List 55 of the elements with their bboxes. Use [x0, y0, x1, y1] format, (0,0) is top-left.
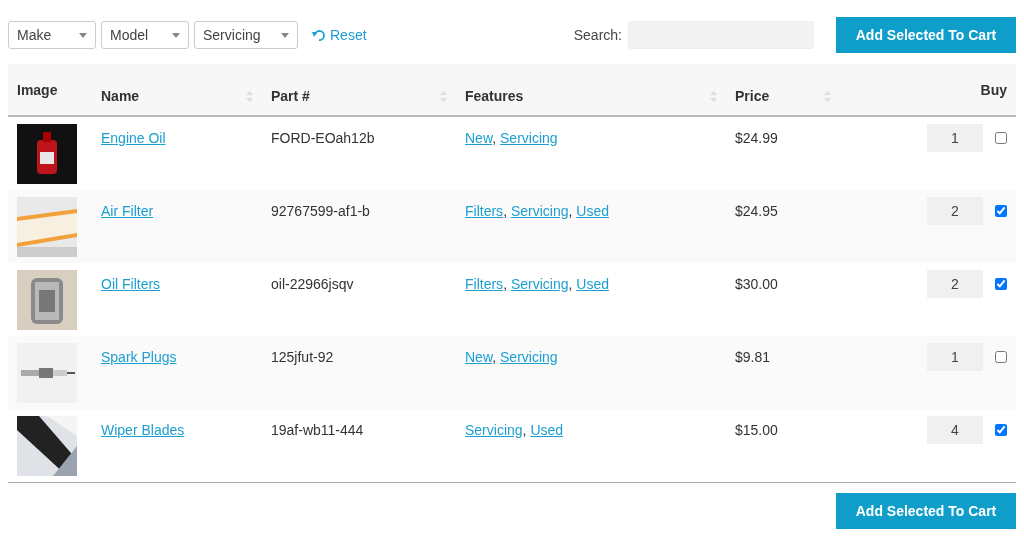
- quantity-field[interactable]: 1: [927, 124, 983, 152]
- filter-dropdown[interactable]: Make: [8, 21, 96, 49]
- price-text: $24.99: [735, 130, 778, 146]
- feature-list: New, Servicing: [465, 130, 558, 146]
- column-header[interactable]: Price: [735, 88, 770, 104]
- product-link[interactable]: Engine Oil: [101, 130, 166, 146]
- price-text: $24.95: [735, 203, 778, 219]
- product-link[interactable]: Wiper Blades: [101, 422, 185, 438]
- feature-link[interactable]: Used: [576, 203, 609, 219]
- feature-list: New, Servicing: [465, 349, 558, 365]
- buy-checkbox[interactable]: [995, 351, 1007, 363]
- part-number: 125jfut-92: [271, 349, 334, 365]
- add-to-cart-button[interactable]: Add Selected To Cart: [836, 493, 1016, 529]
- column-header[interactable]: Buy: [980, 81, 1007, 98]
- caret-icon: [281, 32, 289, 38]
- feature-link[interactable]: Servicing: [510, 203, 569, 219]
- part-number: 19af-wb11-444: [271, 422, 364, 438]
- caret-icon: [172, 32, 180, 38]
- caret-icon: [79, 32, 87, 38]
- column-header[interactable]: Features: [465, 88, 524, 104]
- feature-list: Filters, Servicing, Used: [465, 276, 609, 292]
- search-label: Search:: [573, 27, 622, 43]
- feature-list: Servicing, Used: [465, 422, 564, 438]
- feature-list: Filters, Servicing, Used: [465, 203, 609, 219]
- feature-link[interactable]: Used: [530, 422, 564, 438]
- buy-checkbox[interactable]: [995, 205, 1007, 217]
- feature-link[interactable]: Servicing: [500, 349, 558, 365]
- quantity-field[interactable]: 2: [927, 197, 983, 225]
- price-text: $30.00: [735, 276, 778, 292]
- price-text: $15.00: [735, 422, 778, 438]
- part-number: 92767599-af1-b: [271, 203, 370, 219]
- column-header[interactable]: Image: [17, 82, 58, 98]
- feature-link[interactable]: Servicing: [510, 276, 569, 292]
- undo-icon: [312, 29, 325, 41]
- product-link[interactable]: Oil Filters: [101, 276, 161, 292]
- product-link[interactable]: Air Filter: [101, 203, 154, 219]
- reset-link[interactable]: Reset: [312, 27, 367, 43]
- quantity-field[interactable]: 2: [927, 270, 983, 298]
- column-header[interactable]: Part #: [271, 88, 310, 104]
- feature-link[interactable]: Servicing: [465, 422, 523, 438]
- filter-dropdown[interactable]: Servicing: [194, 21, 298, 49]
- quantity-field[interactable]: 1: [927, 343, 983, 371]
- buy-checkbox[interactable]: [995, 132, 1007, 144]
- column-header[interactable]: Name: [101, 88, 140, 104]
- filter-dropdown[interactable]: Model: [101, 21, 189, 49]
- part-number: FORD-EOah12b: [271, 130, 375, 146]
- price-text: $9.81: [735, 349, 771, 365]
- part-number: oil-22966jsqv: [271, 276, 354, 292]
- buy-checkbox[interactable]: [995, 278, 1007, 290]
- add-to-cart-button[interactable]: Add Selected To Cart: [836, 17, 1016, 53]
- feature-link[interactable]: Used: [576, 276, 609, 292]
- feature-link[interactable]: Servicing: [500, 130, 558, 146]
- product-link[interactable]: Spark Plugs: [101, 349, 177, 365]
- quantity-field[interactable]: 4: [927, 416, 983, 444]
- buy-checkbox[interactable]: [995, 424, 1007, 436]
